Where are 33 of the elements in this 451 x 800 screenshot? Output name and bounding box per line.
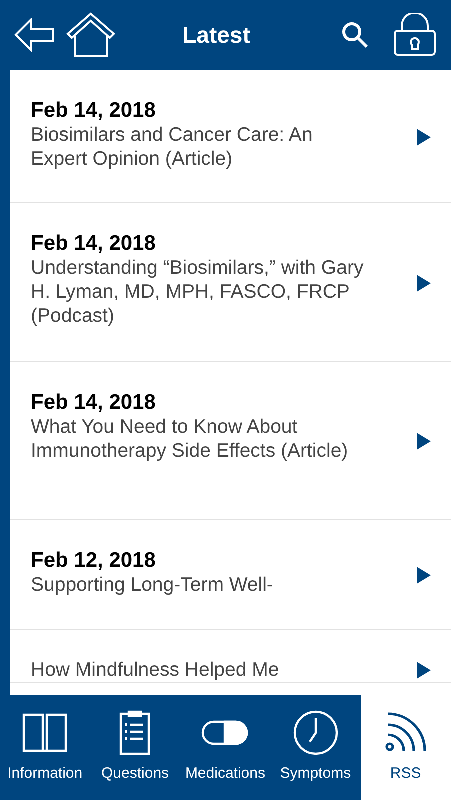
article-title: What You Need to Know About Immunotherapy Side Effects (Article)	[31, 415, 350, 463]
lock-icon	[393, 13, 437, 57]
article-row[interactable]: Feb 14, 2018 Biosimilars and Cancer Care: An Expert Opinion (Article)	[10, 70, 451, 203]
tab-button[interactable]: Medications	[180, 695, 271, 800]
chevron-icon	[417, 567, 431, 584]
tab-button[interactable]: Symptoms	[270, 695, 361, 800]
article-date: Feb 14, 2018	[31, 390, 157, 415]
article-date: Feb 14, 2018	[31, 98, 157, 123]
tab-button[interactable]: Questions	[90, 695, 180, 800]
search-button[interactable]	[341, 21, 369, 49]
article-row[interactable]: Feb 14, 2018 Understanding “Biosimilars,” with Gary H. Lyman, MD, MPH, FASCO, FRCP (Podcast)	[10, 203, 451, 362]
article-title: Biosimilars and Cancer Care: An Expert Opinion (Article)	[31, 123, 314, 171]
tab-button[interactable]: Information	[0, 695, 90, 800]
screen-title: Latest	[182, 22, 252, 48]
back-arrow-icon	[14, 18, 56, 52]
chevron-icon	[417, 274, 431, 292]
article-row[interactable]: Feb 12, 2018 Supporting Long-Term Well-	[10, 520, 451, 630]
article-title: Supporting Long-Term Well-	[31, 573, 274, 597]
article-row[interactable]: How Mindfulness Helped Me	[10, 630, 451, 683]
article-row[interactable]: Feb 14, 2018 What You Need to Know About Immunotherapy Side Effects (Article)	[10, 362, 451, 520]
home-button[interactable]	[66, 12, 116, 58]
chevron-icon	[417, 128, 431, 146]
clock-icon	[292, 709, 340, 757]
chevron-icon	[417, 662, 431, 678]
article-date: Feb 14, 2018	[31, 231, 157, 256]
search-icon	[341, 21, 369, 49]
article-title: How Mindfulness Helped Me	[31, 658, 280, 682]
home-icon	[66, 12, 116, 58]
lock-button[interactable]	[393, 13, 437, 57]
article-date: Feb 12, 2018	[31, 548, 157, 573]
article-title: Understanding “Biosimilars,” with Gary H. Lyman, MD, MPH, FASCO, FRCP (Podcast)	[31, 256, 365, 328]
chevron-icon	[417, 433, 431, 450]
back-button[interactable]	[14, 18, 56, 52]
